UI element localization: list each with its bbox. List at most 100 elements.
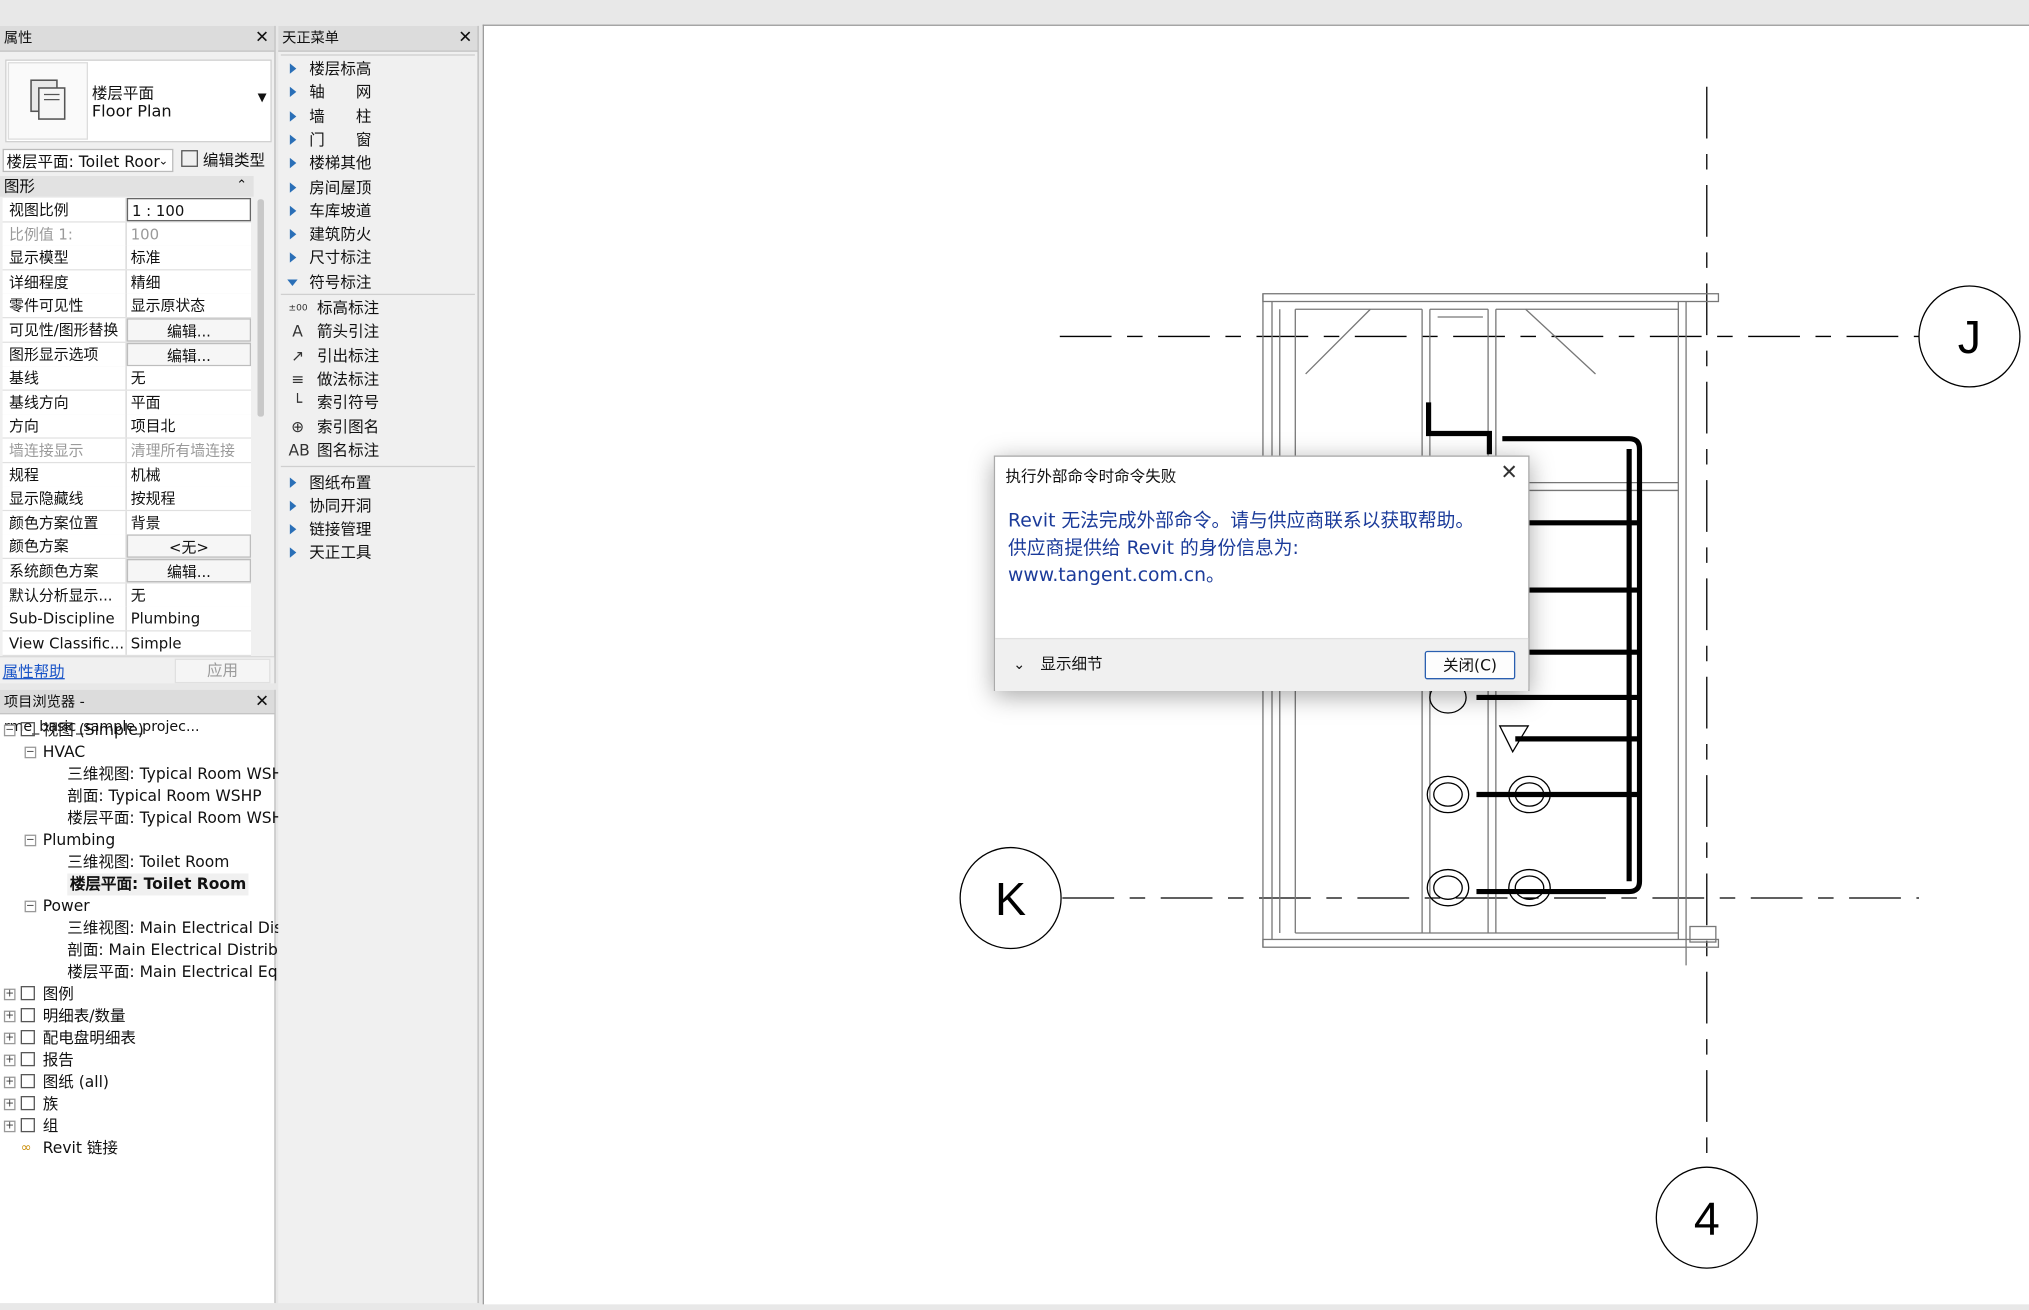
- tree-view-item[interactable]: 楼层平面: Toilet Room: [0, 873, 272, 896]
- property-value[interactable]: 清理所有墙连接: [126, 438, 252, 462]
- property-row[interactable]: 方向 项目北: [2, 414, 252, 440]
- tz-submenu-item[interactable]: ↗ 引出标注: [278, 344, 477, 367]
- tree-view-item[interactable]: 剖面: Typical Room WSHP: [0, 785, 272, 807]
- property-edit-button[interactable]: 编辑...: [126, 318, 252, 342]
- property-value[interactable]: 平面: [126, 390, 252, 414]
- property-value[interactable]: 无: [126, 583, 252, 607]
- properties-close-icon[interactable]: ✕: [255, 26, 269, 52]
- tz-menu-item[interactable]: 协同开洞: [278, 494, 477, 517]
- property-row[interactable]: 零件可见性 显示原状态: [2, 294, 252, 319]
- tz-menu-close-icon[interactable]: ✕: [458, 26, 472, 52]
- tree-node-sheet[interactable]: + 图纸 (all): [0, 1071, 272, 1093]
- collapse-icon[interactable]: −: [24, 834, 37, 847]
- tz-menu-item[interactable]: 楼层标高: [278, 57, 477, 80]
- tz-menu-item[interactable]: 楼梯其他: [278, 152, 477, 175]
- tz-submenu-item[interactable]: ≡ 做法标注: [278, 367, 477, 390]
- collapse-icon[interactable]: −: [3, 724, 16, 737]
- edit-type-button[interactable]: 编辑类型: [181, 149, 272, 172]
- tz-menu-item[interactable]: 门 窗: [278, 128, 477, 151]
- property-row[interactable]: 可见性/图形替换 编辑...: [2, 318, 252, 343]
- tz-menu-item[interactable]: 车库坡道: [278, 199, 477, 222]
- type-selector-box[interactable]: 楼层平面 Floor Plan ▼: [5, 59, 272, 143]
- property-value[interactable]: 1 : 100: [126, 197, 252, 222]
- tree-node-schedule[interactable]: + 明细表/数量: [0, 1005, 272, 1027]
- tree-node-legend[interactable]: + 图例: [0, 983, 272, 1005]
- property-edit-button[interactable]: 编辑...: [126, 342, 252, 366]
- collapse-icon[interactable]: −: [24, 746, 37, 759]
- expand-icon[interactable]: +: [3, 1076, 16, 1089]
- property-row[interactable]: 系统颜色方案 编辑...: [2, 559, 252, 584]
- dialog-close-icon[interactable]: ✕: [1501, 459, 1518, 484]
- show-details-toggle[interactable]: ⌄ 显示细节: [1013, 652, 1102, 677]
- tz-menu-item[interactable]: 图纸布置: [278, 470, 477, 493]
- expand-icon[interactable]: +: [3, 1010, 16, 1023]
- property-row[interactable]: 显示隐藏线 按规程: [2, 486, 252, 512]
- property-row[interactable]: Sub-Discipline Plumbing: [2, 607, 252, 632]
- property-edit-button[interactable]: <无>: [126, 534, 252, 559]
- tz-submenu-item[interactable]: └ 索引符号: [278, 391, 477, 414]
- property-value[interactable]: 背景: [126, 510, 252, 535]
- section-graphics[interactable]: 图形 ⌃: [0, 175, 254, 197]
- tree-view-item[interactable]: 三维视图: Typical Room WSH: [0, 763, 283, 785]
- tree-node-group[interactable]: + 组: [0, 1115, 272, 1137]
- tz-submenu-item[interactable]: ±00 标高标注: [278, 296, 477, 319]
- tree-view-item[interactable]: 三维视图: Toilet Room: [0, 851, 272, 873]
- expand-icon[interactable]: +: [3, 1054, 16, 1067]
- tree-node-family[interactable]: + 族: [0, 1093, 272, 1115]
- tree-view-item[interactable]: 三维视图: Main Electrical Dist: [0, 917, 288, 939]
- type-dropdown-icon[interactable]: ▼: [258, 92, 267, 105]
- tree-group-plumbing[interactable]: − Plumbing: [0, 829, 272, 851]
- property-row[interactable]: 详细程度 精细: [2, 270, 252, 295]
- tz-menu-item[interactable]: 墙 柱: [278, 104, 477, 127]
- property-row[interactable]: 图形显示选项 编辑...: [2, 342, 252, 367]
- tz-menu-item[interactable]: 链接管理: [278, 518, 477, 541]
- property-row[interactable]: View Classific... Simple: [2, 631, 252, 656]
- tree-views-root[interactable]: − 视图 (Simple): [0, 719, 272, 741]
- expand-icon[interactable]: +: [3, 1032, 16, 1045]
- tree-node-revit-link[interactable]: ∞ Revit 链接: [0, 1137, 272, 1159]
- tz-menu-item[interactable]: 尺寸标注: [278, 246, 477, 269]
- tree-view-item[interactable]: 楼层平面: Typical Room WSH: [0, 807, 283, 829]
- tz-menu-item-expanded[interactable]: 符号标注: [278, 270, 477, 293]
- tree-group-hvac[interactable]: − HVAC: [0, 741, 272, 763]
- expand-icon[interactable]: +: [3, 988, 16, 1001]
- tree-node-report[interactable]: + 报告: [0, 1049, 272, 1071]
- tree-node-panel-schedule[interactable]: + 配电盘明细表: [0, 1027, 272, 1049]
- property-value[interactable]: Simple: [126, 631, 252, 655]
- tree-view-item[interactable]: 剖面: Main Electrical Distribu: [0, 939, 287, 961]
- tz-menu-item[interactable]: 建筑防火: [278, 223, 477, 246]
- properties-help-link[interactable]: 属性帮助: [3, 660, 65, 682]
- property-value[interactable]: Plumbing: [126, 607, 252, 631]
- tz-menu-item[interactable]: 天正工具: [278, 541, 477, 564]
- property-value[interactable]: 显示原状态: [126, 294, 252, 318]
- tz-menu-item[interactable]: 房间屋顶: [278, 175, 477, 198]
- tz-submenu-item[interactable]: AB 图名标注: [278, 439, 477, 462]
- collapse-icon[interactable]: −: [24, 900, 37, 913]
- property-value[interactable]: 无: [126, 366, 252, 390]
- property-value[interactable]: 标准: [126, 246, 252, 270]
- apply-button[interactable]: 应用: [174, 658, 271, 684]
- property-value[interactable]: 100: [126, 222, 252, 246]
- property-row[interactable]: 视图比例 1 : 100: [2, 197, 252, 223]
- property-row[interactable]: 基线无: [2, 366, 252, 392]
- expand-icon[interactable]: +: [3, 1098, 16, 1111]
- property-row[interactable]: 颜色方案 <无>: [2, 534, 252, 560]
- property-row[interactable]: 显示模型 标准: [2, 246, 252, 271]
- property-row[interactable]: 比例值 1: 100: [2, 222, 252, 247]
- tz-submenu-item[interactable]: A 箭头引注: [278, 320, 477, 343]
- tz-menu-item[interactable]: 轴 网: [278, 81, 477, 104]
- properties-scrollbar[interactable]: [257, 199, 264, 417]
- property-value[interactable]: 机械: [126, 462, 252, 487]
- browser-close-icon[interactable]: ✕: [255, 690, 269, 716]
- property-row[interactable]: 默认分析显示... 无: [2, 583, 252, 608]
- property-value[interactable]: 按规程: [126, 486, 252, 511]
- property-value[interactable]: 项目北: [126, 414, 252, 438]
- property-edit-button[interactable]: 编辑...: [126, 559, 252, 583]
- tree-view-item[interactable]: 楼层平面: Main Electrical Equ: [0, 961, 287, 983]
- tree-group-power[interactable]: − Power: [0, 895, 272, 917]
- property-row[interactable]: 颜色方案位置 背景: [2, 510, 252, 536]
- property-row[interactable]: 规程 机械: [2, 462, 252, 488]
- property-row[interactable]: 基线方向 平面: [2, 390, 252, 416]
- tz-submenu-item[interactable]: ⊕ 索引图名: [278, 415, 477, 438]
- expand-icon[interactable]: +: [3, 1120, 16, 1133]
